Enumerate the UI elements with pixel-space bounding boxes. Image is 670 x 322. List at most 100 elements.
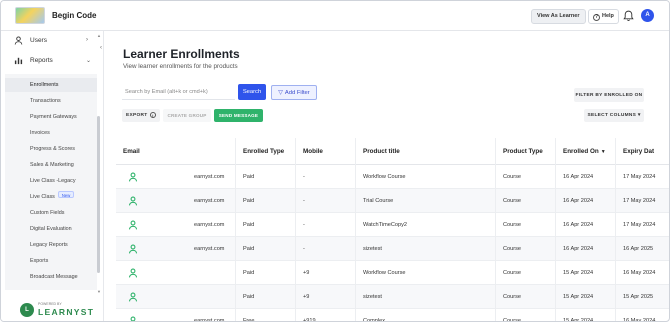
- learner-user-icon[interactable]: [128, 196, 138, 206]
- cell-enrolled-on: 15 Apr 2024: [556, 285, 616, 309]
- sidebar-item-label: Reports: [30, 57, 53, 64]
- caret-down-icon: ▾: [637, 113, 641, 118]
- column-header-product-type[interactable]: Product Type: [496, 138, 556, 165]
- filter-icon: ▽: [278, 90, 283, 96]
- cell-product-title: Workflow Course: [356, 261, 496, 285]
- cell-enrolled-type: Free: [236, 309, 296, 321]
- search-input[interactable]: [122, 84, 235, 100]
- sidebar-subitem-transactions[interactable]: Transactions: [5, 94, 97, 108]
- cell-product-type: Course: [496, 237, 556, 261]
- add-filter-button[interactable]: ▽ Add Filter: [271, 85, 317, 100]
- column-header-enrolled-on[interactable]: Enrolled On ▼: [556, 138, 616, 165]
- table-row[interactable]: earnyst.com Free +919 Complex Course 15 Apr 2…: [116, 309, 669, 322]
- chevron-down-icon: ⌄: [86, 58, 92, 64]
- page-subtitle: View learner enrollments for the product…: [123, 63, 238, 70]
- cell-mobile: +9: [296, 285, 356, 309]
- collapse-sidebar-icon[interactable]: ‹: [100, 45, 102, 51]
- cell-email[interactable]: earnyst.com: [116, 165, 236, 189]
- learner-user-icon[interactable]: [128, 244, 138, 254]
- user-avatar[interactable]: A: [641, 9, 654, 22]
- learnyst-wordmark: LEARNYST: [38, 307, 95, 317]
- table-row[interactable]: earnyst.com Paid - WatchTimeCopy2 Course 16 A…: [116, 213, 669, 237]
- sidebar-subitem-live-class[interactable]: Live Class New: [5, 190, 97, 204]
- sidebar-subitem-progress-scores[interactable]: Progress & Scores: [5, 142, 97, 156]
- school-logo[interactable]: [15, 7, 45, 24]
- cell-expiry-date: 16 May 2024: [616, 309, 669, 321]
- learner-user-icon[interactable]: [128, 220, 138, 230]
- cell-enrolled-type: Paid: [236, 213, 296, 237]
- cell-enrolled-type: Paid: [236, 165, 296, 189]
- learner-user-icon[interactable]: [128, 268, 138, 278]
- sidebar-item-reports[interactable]: Reports ⌄: [1, 52, 97, 70]
- cell-email[interactable]: [116, 285, 236, 309]
- sidebar-subitem-digital-evaluation[interactable]: Digital Evaluation: [5, 222, 97, 236]
- learnyst-logo-icon: L: [20, 303, 34, 317]
- filter-by-enrolled-on-button[interactable]: FILTER BY ENROLLED ON: [574, 88, 644, 102]
- bar-chart-icon: [14, 57, 23, 65]
- email-text: earnyst.com: [194, 222, 225, 228]
- column-header-mobile[interactable]: Mobile: [296, 138, 356, 165]
- cell-product-type: Course: [496, 189, 556, 213]
- column-header-enrolled-type[interactable]: Enrolled Type: [236, 138, 296, 165]
- cell-enrolled-on: 15 Apr 2024: [556, 261, 616, 285]
- table-row[interactable]: Paid +9 Workflow Course Course 15 Apr 2024 16…: [116, 261, 669, 285]
- cell-product-type: Course: [496, 213, 556, 237]
- notification-bell-icon[interactable]: [623, 10, 634, 22]
- sidebar-subitem-invoices[interactable]: Invoices: [5, 126, 97, 140]
- sidebar-scrollbar[interactable]: [97, 116, 100, 273]
- powered-by-learnyst: L POWERED BY LEARNYST: [20, 301, 95, 319]
- cell-product-type: Course: [496, 261, 556, 285]
- sidebar-item-users[interactable]: Users ›: [1, 32, 97, 50]
- help-button[interactable]: ? Help: [588, 9, 619, 24]
- learner-user-icon[interactable]: [128, 172, 138, 182]
- column-header-email[interactable]: Email: [116, 138, 236, 165]
- cell-email[interactable]: [116, 261, 236, 285]
- create-group-button[interactable]: CREATE GROUP: [163, 109, 211, 122]
- sidebar-subitem-broadcast-message[interactable]: Broadcast Message: [5, 270, 97, 284]
- cell-enrolled-type: Paid: [236, 237, 296, 261]
- table-row[interactable]: Paid +9 sizetest Course 15 Apr 2024 15 Apr 20…: [116, 285, 669, 309]
- table-row[interactable]: earnyst.com Paid - Workflow Course Course 16 …: [116, 165, 669, 189]
- table-row[interactable]: earnyst.com Paid - Trial Course Course 16 Apr…: [116, 189, 669, 213]
- sidebar-subitem-exports[interactable]: Exports: [5, 254, 97, 268]
- page-title: Learner Enrollments: [123, 47, 240, 61]
- sidebar-subitem-legacy-reports[interactable]: Legacy Reports: [5, 238, 97, 252]
- cell-email[interactable]: earnyst.com: [116, 189, 236, 213]
- sidebar-subitem-label: Live Class: [30, 194, 55, 200]
- sidebar-item-label: Users: [30, 37, 47, 44]
- column-header-expiry-date[interactable]: Expiry Dat: [616, 138, 669, 165]
- cell-product-title: sizetest: [356, 285, 496, 309]
- learner-user-icon[interactable]: [128, 292, 138, 302]
- sidebar: Users › Reports ⌄ Enrollments Transactio…: [1, 31, 104, 321]
- cell-product-title: WatchTimeCopy2: [356, 213, 496, 237]
- search-button[interactable]: Search: [238, 84, 266, 100]
- cell-expiry-date: 17 May 2024: [616, 165, 669, 189]
- select-columns-button[interactable]: SELECT COLUMNS ▾: [584, 109, 644, 122]
- learner-user-icon[interactable]: [128, 316, 138, 322]
- send-message-button[interactable]: SEND MESSAGE: [214, 109, 263, 122]
- scroll-up-arrow-icon[interactable]: ▲: [97, 33, 101, 38]
- cell-product-title: Workflow Course: [356, 165, 496, 189]
- sidebar-subitem-enrollments[interactable]: Enrollments: [5, 78, 97, 92]
- view-as-learner-button[interactable]: View As Learner: [531, 9, 586, 24]
- sidebar-subitem-sales-marketing[interactable]: Sales & Marketing: [5, 158, 97, 172]
- cell-email[interactable]: earnyst.com: [116, 309, 236, 322]
- table-row[interactable]: earnyst.com Paid - sizetest Course 16 Apr 202…: [116, 237, 669, 261]
- cell-enrolled-type: Paid: [236, 189, 296, 213]
- app-window: Begin Code View As Learner ? Help A Users…: [0, 0, 670, 322]
- cell-expiry-date: 17 May 2024: [616, 213, 669, 237]
- sidebar-subitem-custom-fields[interactable]: Custom Fields: [5, 206, 97, 220]
- scroll-down-arrow-icon[interactable]: ▼: [97, 289, 101, 294]
- cell-email[interactable]: earnyst.com: [116, 213, 236, 237]
- sidebar-subitem-live-class-legacy[interactable]: Live Class -Legacy: [5, 174, 97, 188]
- sidebar-subitem-payment-gateways[interactable]: Payment Gateways: [5, 110, 97, 124]
- column-header-product-title[interactable]: Product title: [356, 138, 496, 165]
- cell-enrolled-on: 16 Apr 2024: [556, 213, 616, 237]
- select-columns-label: SELECT COLUMNS: [587, 113, 637, 118]
- cell-email[interactable]: earnyst.com: [116, 237, 236, 261]
- cell-mobile: -: [296, 213, 356, 237]
- cell-expiry-date: 16 May 2024: [616, 261, 669, 285]
- info-icon: i: [150, 112, 156, 118]
- export-button[interactable]: EXPORT i: [122, 109, 160, 122]
- cell-mobile: +919: [296, 309, 356, 321]
